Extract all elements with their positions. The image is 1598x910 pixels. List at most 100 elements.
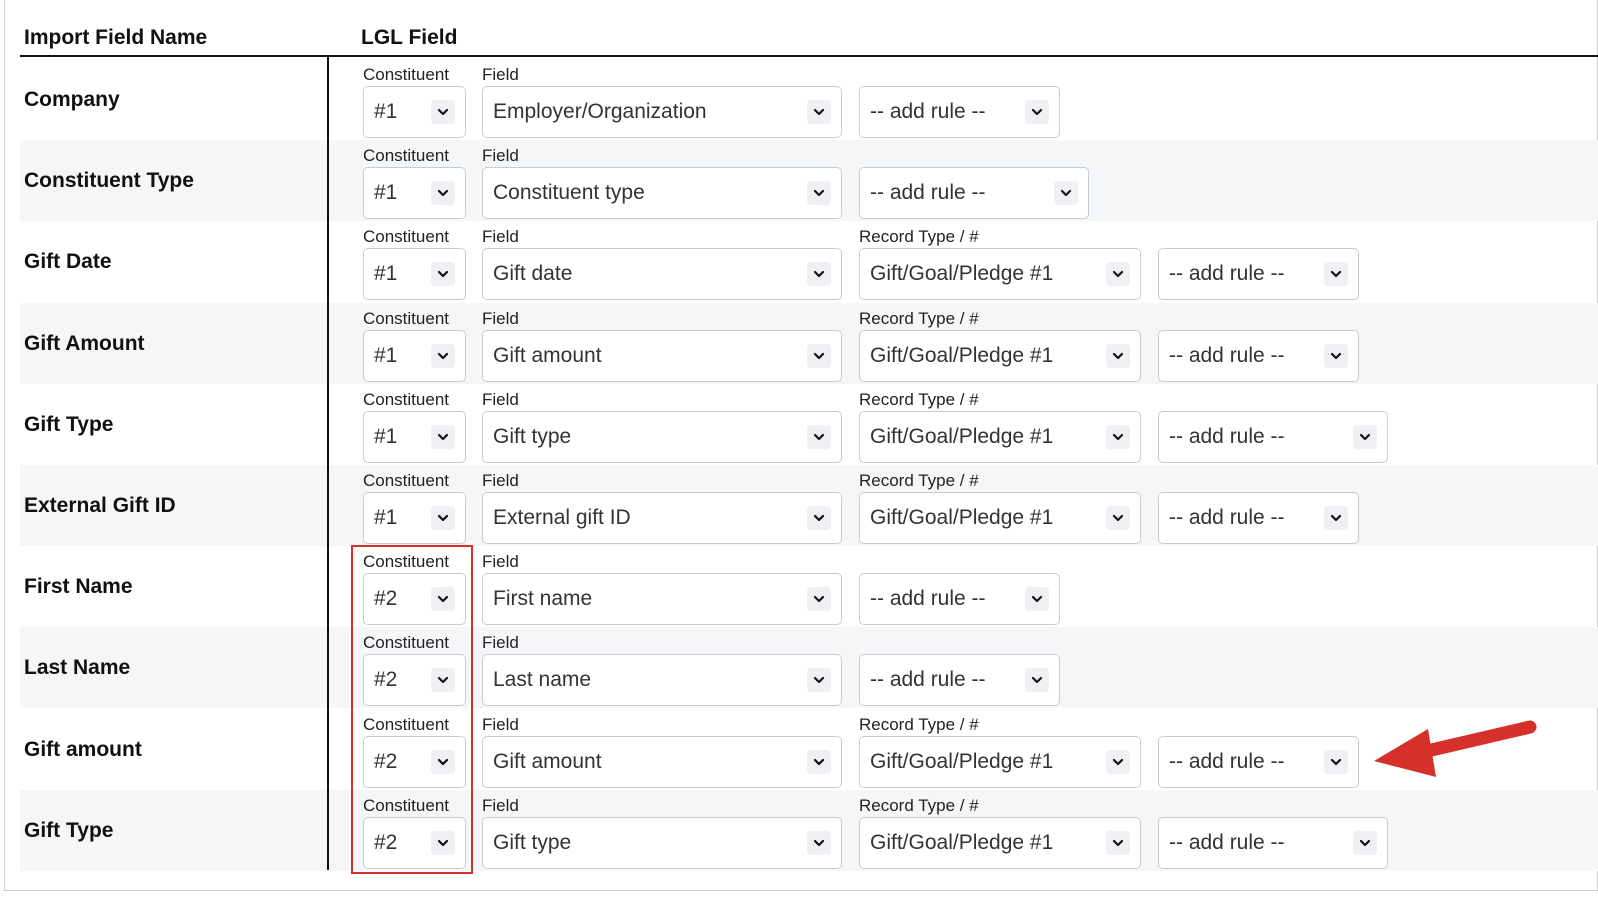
field-label: Field — [482, 227, 519, 247]
record-type-select[interactable]: Gift/Goal/Pledge #1 — [859, 410, 1141, 463]
add-rule-select[interactable]: -- add rule -- — [1158, 329, 1359, 382]
mapping-row: Constituent Type Constituent #1 Field Consti… — [20, 140, 1598, 222]
field-select-value: Gift amount — [493, 343, 602, 367]
field-select[interactable]: Constituent type — [482, 167, 842, 220]
chevron-down-icon — [807, 506, 831, 530]
chevron-down-icon — [1324, 343, 1348, 368]
import-field-name: Gift Date — [24, 250, 112, 274]
field-select-value: Constituent type — [493, 181, 645, 205]
add-rule-select[interactable]: -- add rule -- — [1158, 735, 1359, 788]
record-type-select-value: Gift/Goal/Pledge #1 — [870, 262, 1054, 286]
add-rule-select-value: -- add rule -- — [870, 668, 986, 692]
mapping-row: Gift Type Constituent #2 Field Gift type Reco… — [20, 789, 1598, 871]
constituent-select[interactable]: #1 — [363, 410, 466, 463]
record-type-label: Record Type / # — [859, 714, 979, 734]
chevron-down-icon — [807, 424, 831, 449]
constituent-select[interactable]: #1 — [363, 248, 466, 301]
record-type-select[interactable]: Gift/Goal/Pledge #1 — [859, 492, 1141, 544]
add-rule-select[interactable]: -- add rule -- — [859, 573, 1060, 626]
add-rule-select[interactable]: -- add rule -- — [1158, 248, 1359, 301]
constituent-select-value: #1 — [374, 262, 398, 286]
add-rule-select-value: -- add rule -- — [1169, 343, 1285, 367]
chevron-down-icon — [1106, 506, 1130, 530]
import-field-name: Gift Type — [24, 818, 114, 842]
add-rule-select-value: -- add rule -- — [1169, 749, 1285, 773]
mapping-row: Gift amount Constituent #2 Field Gift amount… — [20, 709, 1598, 790]
mapping-row: First Name Constituent #2 Field First name --… — [20, 546, 1598, 627]
field-label: Field — [482, 65, 519, 84]
chevron-down-icon — [1106, 424, 1130, 449]
import-field-name: Company — [24, 88, 120, 111]
constituent-select[interactable]: #1 — [363, 167, 466, 220]
constituent-label: Constituent — [363, 146, 449, 166]
constituent-select-value: #1 — [374, 100, 398, 123]
field-select[interactable]: External gift ID — [482, 492, 842, 544]
field-select[interactable]: Gift type — [482, 816, 842, 869]
chevron-down-icon — [807, 749, 831, 774]
add-rule-select[interactable]: -- add rule -- — [1158, 410, 1388, 463]
field-select[interactable]: Gift amount — [482, 329, 842, 382]
field-select[interactable]: Gift date — [482, 248, 842, 301]
record-type-select-value: Gift/Goal/Pledge #1 — [870, 506, 1054, 529]
import-field-name: Gift Amount — [24, 331, 145, 355]
red-arrow-icon — [1374, 720, 1537, 777]
field-label: Field — [482, 714, 519, 734]
chevron-down-icon — [807, 181, 831, 206]
chevron-down-icon — [1025, 100, 1049, 124]
add-rule-select-value: -- add rule -- — [1169, 506, 1285, 529]
mapping-row: External Gift ID Constituent #1 Field Extern… — [20, 465, 1598, 546]
constituent-label: Constituent — [363, 308, 449, 328]
add-rule-select-value: -- add rule -- — [870, 587, 986, 611]
chevron-down-icon — [807, 262, 831, 287]
mapping-row: Gift Type Constituent #1 Field Gift type Reco… — [20, 384, 1598, 465]
field-select-value: Gift type — [493, 830, 572, 854]
add-rule-select[interactable]: -- add rule -- — [1158, 492, 1359, 544]
chevron-down-icon — [1054, 181, 1078, 206]
chevron-down-icon — [431, 100, 455, 124]
field-select-value: Gift type — [493, 424, 572, 448]
constituent-select[interactable]: #1 — [363, 492, 466, 544]
import-field-name: Gift Type — [24, 412, 114, 436]
chevron-down-icon — [1324, 506, 1348, 530]
add-rule-select-value: -- add rule -- — [1169, 424, 1285, 448]
record-type-select[interactable]: Gift/Goal/Pledge #1 — [859, 248, 1141, 301]
column-divider — [327, 57, 329, 870]
chevron-down-icon — [1106, 749, 1130, 774]
field-select[interactable]: First name — [482, 573, 842, 626]
chevron-down-icon — [1106, 262, 1130, 287]
constituent-label: Constituent — [363, 65, 449, 84]
record-type-select[interactable]: Gift/Goal/Pledge #1 — [859, 329, 1141, 382]
lgl-field-header: LGL Field — [361, 26, 458, 49]
import-field-name: Last Name — [24, 656, 131, 680]
field-label: Field — [482, 795, 519, 815]
constituent-select-value: #1 — [374, 424, 398, 448]
record-type-label: Record Type / # — [859, 308, 979, 328]
mapping-row: Gift Amount Constituent #1 Field Gift amount… — [20, 302, 1598, 384]
add-rule-select[interactable]: -- add rule -- — [859, 86, 1060, 138]
field-select-value: External gift ID — [493, 506, 631, 529]
chevron-down-icon — [431, 343, 455, 368]
add-rule-select[interactable]: -- add rule -- — [859, 167, 1089, 220]
constituent-select[interactable]: #1 — [363, 86, 466, 138]
field-select[interactable]: Gift amount — [482, 735, 842, 788]
field-select-value: Gift date — [493, 262, 573, 286]
record-type-select[interactable]: Gift/Goal/Pledge #1 — [859, 816, 1141, 869]
field-label: Field — [482, 308, 519, 328]
field-select[interactable]: Gift type — [482, 410, 842, 463]
chevron-down-icon — [807, 343, 831, 368]
field-select[interactable]: Last name — [482, 654, 842, 707]
add-rule-select[interactable]: -- add rule -- — [1158, 816, 1388, 869]
chevron-down-icon — [431, 262, 455, 287]
chevron-down-icon — [1324, 749, 1348, 774]
add-rule-select-value: -- add rule -- — [1169, 262, 1285, 286]
record-type-label: Record Type / # — [859, 227, 979, 247]
record-type-select[interactable]: Gift/Goal/Pledge #1 — [859, 735, 1141, 788]
constituent-select[interactable]: #1 — [363, 329, 466, 382]
import-field-name: External Gift ID — [24, 494, 176, 517]
constituent-2-highlight-box — [351, 545, 473, 874]
field-select[interactable]: Employer/Organization — [482, 86, 842, 138]
chevron-down-icon — [1324, 262, 1348, 287]
constituent-select-value: #1 — [374, 506, 398, 529]
add-rule-select[interactable]: -- add rule -- — [859, 654, 1060, 707]
import-field-name: Constituent Type — [24, 169, 194, 193]
